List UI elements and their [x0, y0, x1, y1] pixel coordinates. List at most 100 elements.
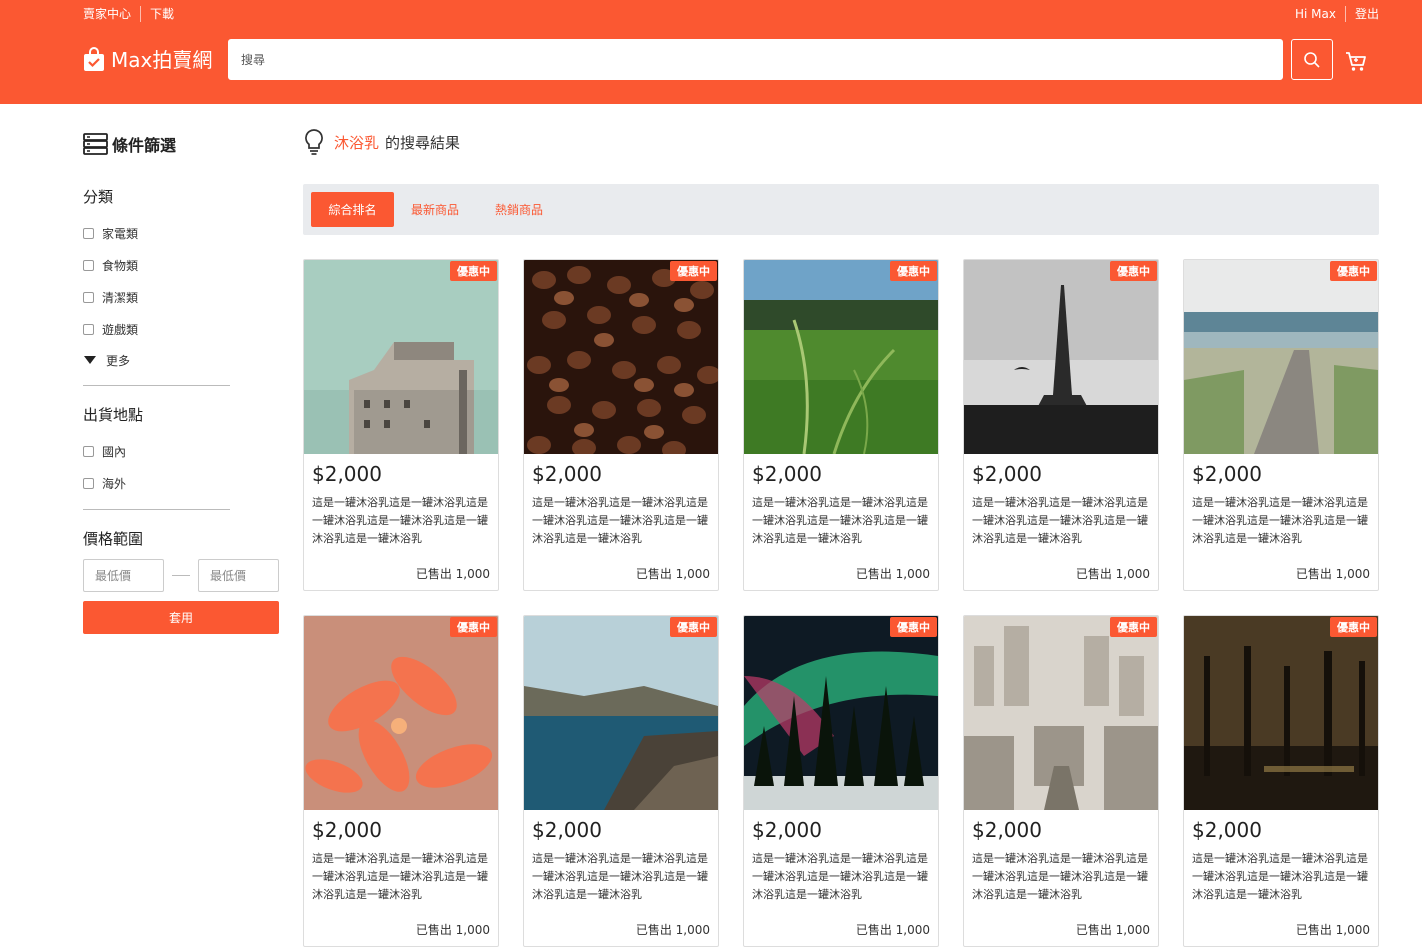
price-range-row — [83, 559, 279, 592]
result-suffix: 的搜尋結果 — [385, 133, 461, 152]
checkbox[interactable] — [83, 227, 94, 239]
min-price-input[interactable] — [83, 559, 164, 592]
divider — [1344, 5, 1346, 22]
product-price: $2,000 — [312, 462, 382, 486]
cart-icon — [1346, 52, 1366, 71]
product-image — [1184, 616, 1378, 810]
discount-badge: 優惠中 — [890, 261, 937, 281]
range-dash — [172, 575, 190, 576]
logout-link[interactable]: 登出 — [1355, 5, 1379, 22]
discount-badge: 優惠中 — [450, 617, 497, 637]
option-label: 國內 — [102, 444, 127, 459]
search-input[interactable] — [228, 39, 1283, 80]
top-header: 賣家中心 下載 Hi Max 登出 Max拍賣網 — [0, 0, 1422, 104]
product-description: 這是一罐沐浴乳這是一罐沐浴乳這是一罐沐浴乳這是一罐沐浴乳這是一罐沐浴乳這是一罐沐… — [1192, 852, 1368, 901]
max-price-input[interactable] — [198, 559, 279, 592]
product-image — [1184, 260, 1378, 454]
product-description: 這是一罐沐浴乳這是一罐沐浴乳這是一罐沐浴乳這是一罐沐浴乳這是一罐沐浴乳這是一罐沐… — [1192, 496, 1368, 545]
shipping-option[interactable]: 國內 — [83, 435, 279, 467]
product-image — [524, 260, 718, 454]
product-price: $2,000 — [752, 818, 822, 842]
filter-title: 條件篩選 — [83, 130, 279, 158]
product-card[interactable]: 優惠中 $2,000 這是一罐沐浴乳這是一罐沐浴乳這是一罐沐浴乳這是一罐沐浴乳這… — [1183, 259, 1379, 591]
discount-badge: 優惠中 — [1110, 261, 1157, 281]
product-price: $2,000 — [972, 818, 1042, 842]
category-title: 分類 — [83, 188, 114, 206]
divider — [83, 509, 230, 510]
cart-button[interactable] — [1344, 49, 1368, 73]
product-card[interactable]: 優惠中 $2,000 這是一罐沐浴乳這是一罐沐浴乳這是一罐沐浴乳這是一罐沐浴乳這… — [743, 259, 939, 591]
sort-bar: 綜合排名 最新商品 熱銷商品 — [303, 184, 1379, 235]
discount-badge: 優惠中 — [450, 261, 497, 281]
discount-badge: 優惠中 — [1110, 617, 1157, 637]
category-option[interactable]: 遊戲類 — [83, 313, 279, 345]
option-label: 海外 — [102, 476, 127, 491]
product-price: $2,000 — [532, 462, 602, 486]
checkbox[interactable] — [83, 477, 94, 489]
discount-badge: 優惠中 — [670, 261, 717, 281]
caret-down-icon — [84, 356, 96, 364]
site-logo[interactable]: Max拍賣網 — [83, 44, 212, 73]
download-link[interactable]: 下載 — [150, 5, 174, 22]
product-image — [964, 260, 1158, 454]
product-price: $2,000 — [1192, 462, 1262, 486]
option-label: 清潔類 — [102, 290, 139, 305]
checkbox[interactable] — [83, 259, 94, 271]
product-description: 這是一罐沐浴乳這是一罐沐浴乳這是一罐沐浴乳這是一罐沐浴乳這是一罐沐浴乳這是一罐沐… — [752, 852, 928, 901]
product-card[interactable]: 優惠中 $2,000 這是一罐沐浴乳這是一罐沐浴乳這是一罐沐浴乳這是一罐沐浴乳這… — [523, 615, 719, 947]
product-description: 這是一罐沐浴乳這是一罐沐浴乳這是一罐沐浴乳這是一罐沐浴乳這是一罐沐浴乳這是一罐沐… — [752, 496, 928, 545]
sold-count: 已售出 1,000 — [415, 567, 490, 581]
tab-overall-ranking[interactable]: 綜合排名 — [311, 192, 394, 227]
seller-center-link[interactable]: 賣家中心 — [83, 5, 131, 22]
apply-button[interactable]: 套用 — [83, 601, 279, 634]
sold-count: 已售出 1,000 — [415, 923, 490, 937]
user-greeting[interactable]: Hi Max — [1295, 7, 1336, 21]
product-card[interactable]: 優惠中 $2,000 這是一罐沐浴乳這是一罐沐浴乳這是一罐沐浴乳這是一罐沐浴乳這… — [1183, 615, 1379, 947]
discount-badge: 優惠中 — [1330, 617, 1377, 637]
show-more-label: 更多 — [106, 353, 131, 368]
category-option[interactable]: 家電類 — [83, 217, 279, 249]
category-option[interactable]: 清潔類 — [83, 281, 279, 313]
product-price: $2,000 — [972, 462, 1042, 486]
tab-newest[interactable]: 最新商品 — [395, 192, 475, 227]
category-option[interactable]: 食物類 — [83, 249, 279, 281]
product-card[interactable]: 優惠中 $2,000 這是一罐沐浴乳這是一罐沐浴乳這是一罐沐浴乳這是一罐沐浴乳這… — [743, 615, 939, 947]
product-description: 這是一罐沐浴乳這是一罐沐浴乳這是一罐沐浴乳這是一罐沐浴乳這是一罐沐浴乳這是一罐沐… — [532, 496, 708, 545]
product-card[interactable]: 優惠中 $2,000 這是一罐沐浴乳這是一罐沐浴乳這是一罐沐浴乳這是一罐沐浴乳這… — [963, 259, 1159, 591]
search-button[interactable] — [1291, 39, 1333, 80]
option-label: 家電類 — [102, 226, 139, 241]
tab-best-selling[interactable]: 熱銷商品 — [479, 192, 559, 227]
lightbulb-icon — [305, 129, 323, 155]
price-range-title: 價格範圍 — [83, 530, 144, 548]
product-image — [304, 616, 498, 810]
filter-title-label: 條件篩選 — [112, 136, 177, 155]
sold-count: 已售出 1,000 — [855, 567, 930, 581]
product-image — [744, 260, 938, 454]
checkbox[interactable] — [83, 291, 94, 303]
product-card[interactable]: 優惠中 $2,000 這是一罐沐浴乳這是一罐沐浴乳這是一罐沐浴乳這是一罐沐浴乳這… — [303, 615, 499, 947]
search-result-heading: 沐浴乳 的搜尋結果 — [303, 128, 460, 156]
search-keyword: 沐浴乳 — [334, 133, 380, 152]
product-card[interactable]: 優惠中 $2,000 這是一罐沐浴乳這是一罐沐浴乳這是一罐沐浴乳這是一罐沐浴乳這… — [963, 615, 1159, 947]
checkbox[interactable] — [83, 323, 94, 335]
product-description: 這是一罐沐浴乳這是一罐沐浴乳這是一罐沐浴乳這是一罐沐浴乳這是一罐沐浴乳這是一罐沐… — [312, 496, 488, 545]
discount-badge: 優惠中 — [670, 617, 717, 637]
divider — [83, 385, 230, 386]
discount-badge: 優惠中 — [1330, 261, 1377, 281]
product-price: $2,000 — [1192, 818, 1262, 842]
sold-count: 已售出 1,000 — [1075, 567, 1150, 581]
sold-count: 已售出 1,000 — [1295, 923, 1370, 937]
divider — [140, 5, 142, 22]
product-image — [304, 260, 498, 454]
option-label: 遊戲類 — [102, 322, 139, 337]
product-description: 這是一罐沐浴乳這是一罐沐浴乳這是一罐沐浴乳這是一罐沐浴乳這是一罐沐浴乳這是一罐沐… — [972, 496, 1148, 545]
show-more-button[interactable]: 更多 — [83, 345, 279, 375]
category-list: 家電類 食物類 清潔類 遊戲類 更多 — [83, 217, 279, 375]
shipping-option[interactable]: 海外 — [83, 467, 279, 499]
checkbox[interactable] — [83, 445, 94, 457]
top-links-left: 賣家中心 下載 — [83, 5, 174, 22]
product-card[interactable]: 優惠中 $2,000 這是一罐沐浴乳這是一罐沐浴乳這是一罐沐浴乳這是一罐沐浴乳這… — [303, 259, 499, 591]
product-card[interactable]: 優惠中 $2,000 這是一罐沐浴乳這是一罐沐浴乳這是一罐沐浴乳這是一罐沐浴乳這… — [523, 259, 719, 591]
product-description: 這是一罐沐浴乳這是一罐沐浴乳這是一罐沐浴乳這是一罐沐浴乳這是一罐沐浴乳這是一罐沐… — [972, 852, 1148, 901]
product-image — [524, 616, 718, 810]
